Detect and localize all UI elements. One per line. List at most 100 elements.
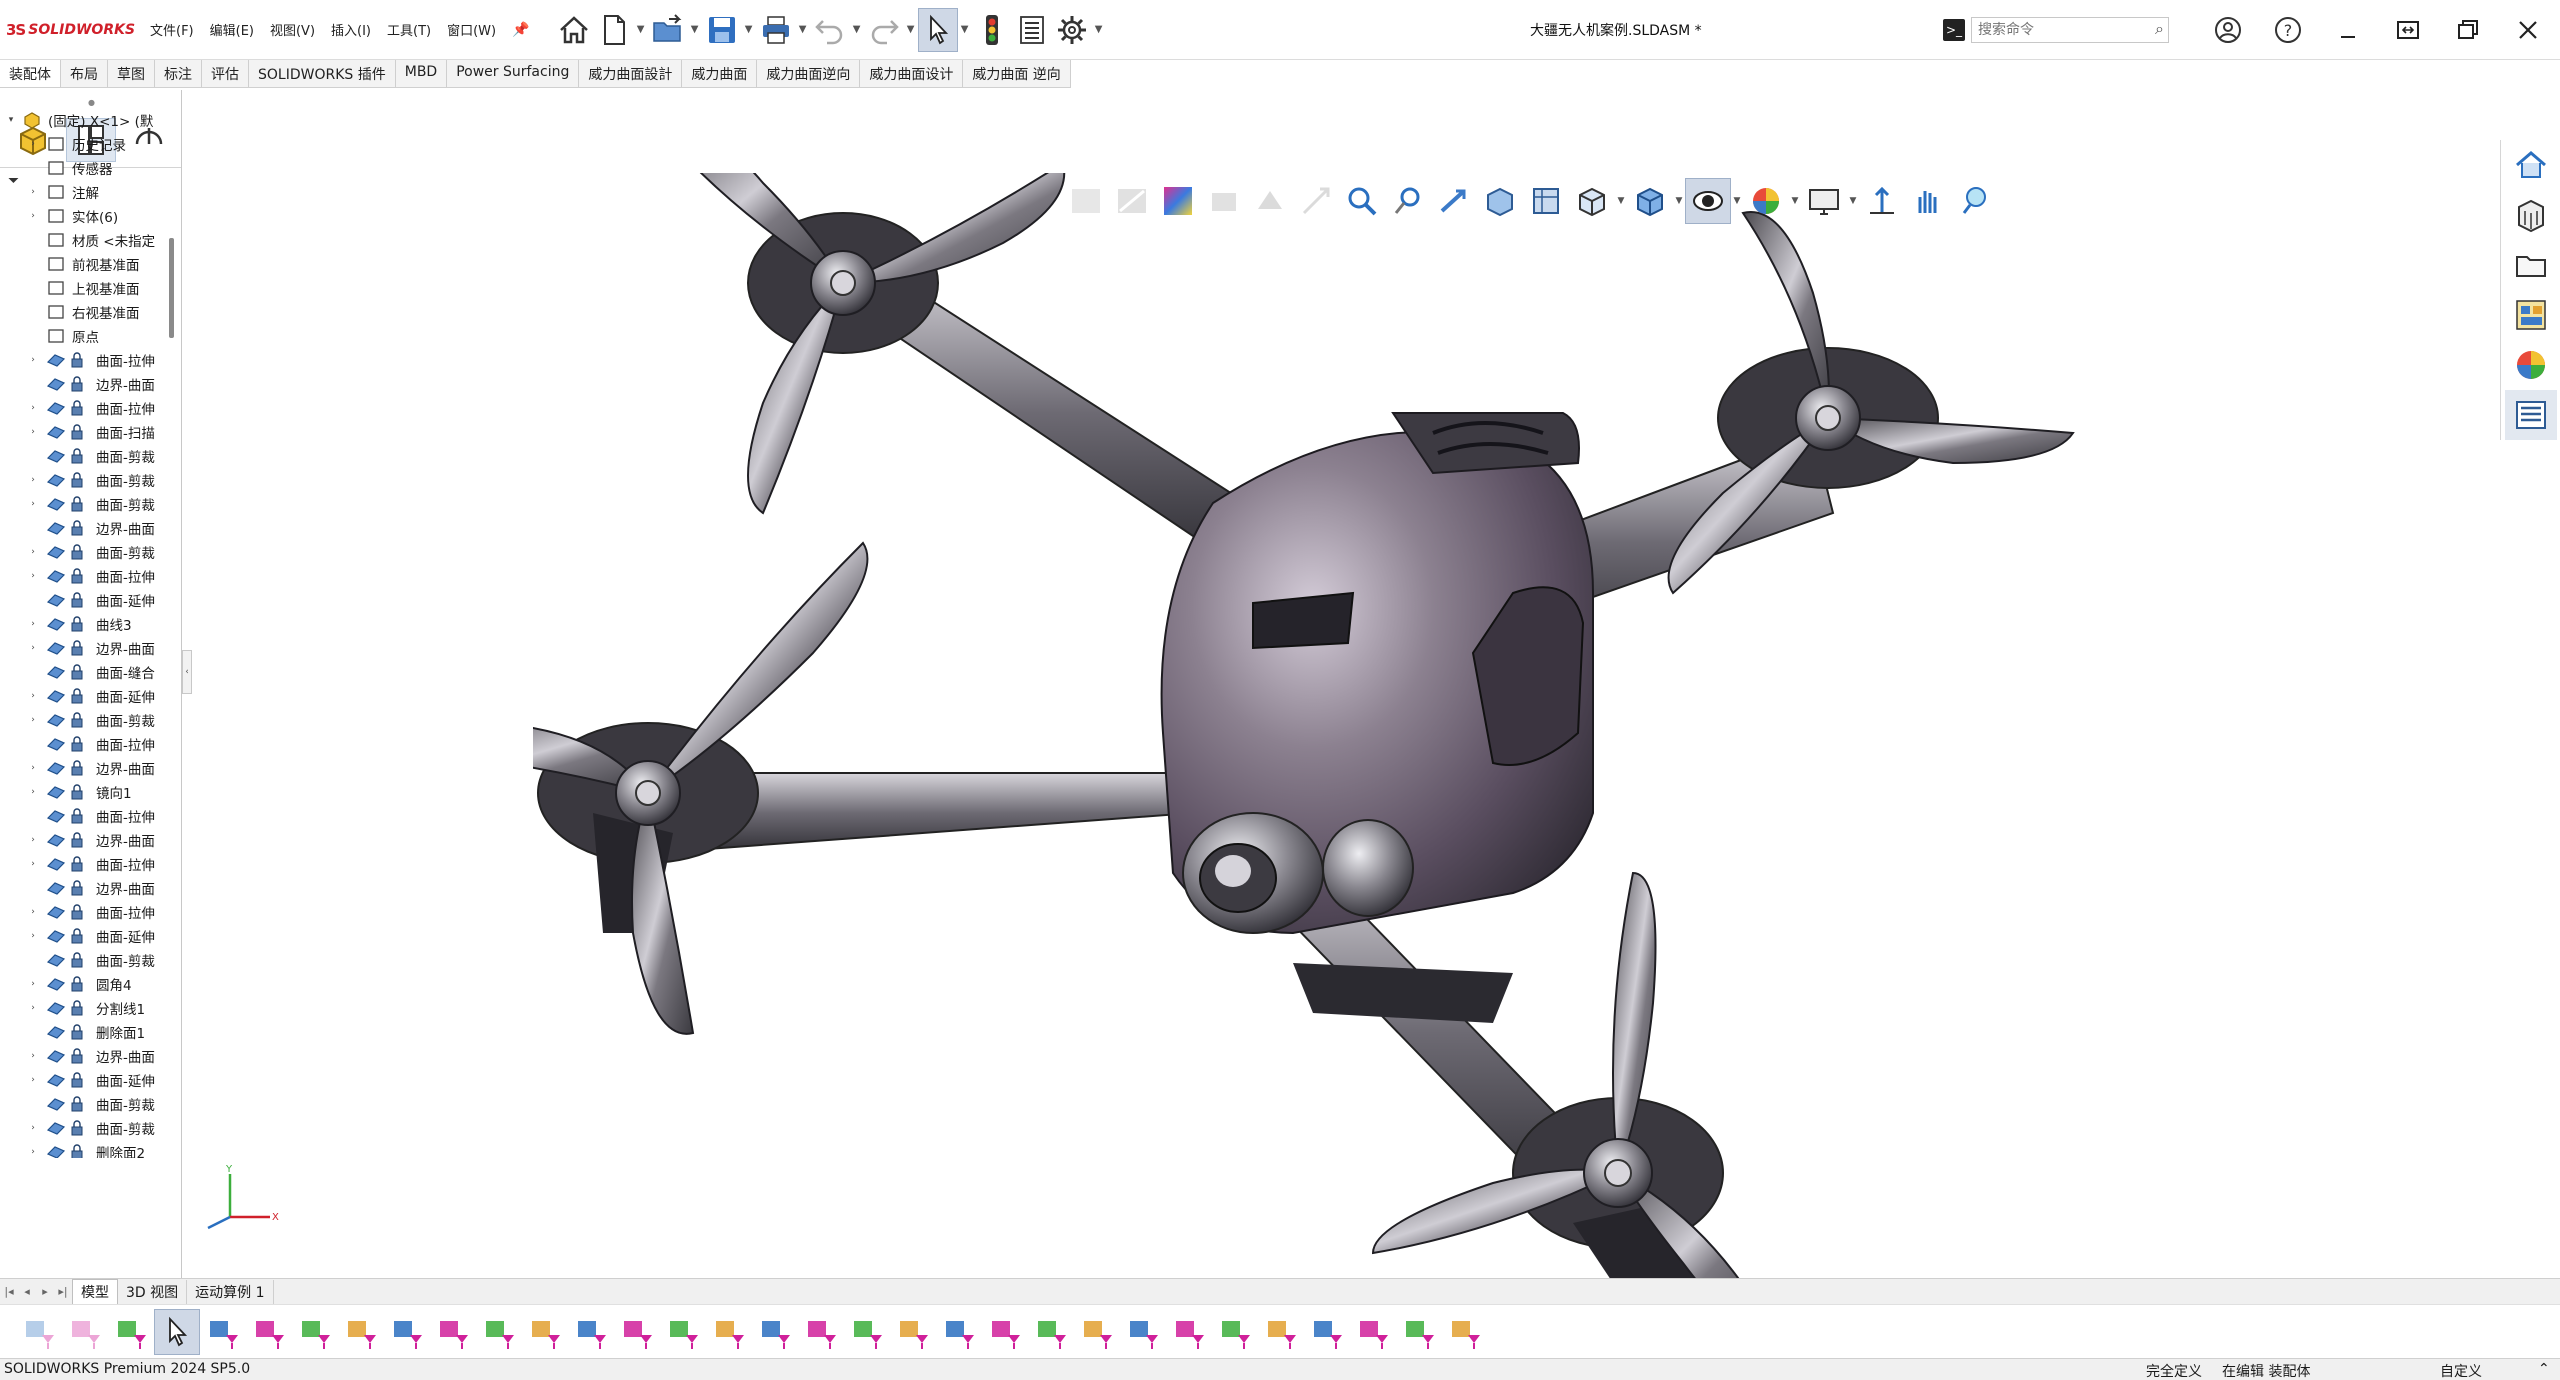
menu-edit[interactable]: 编辑(E) <box>210 20 254 39</box>
expand-arrow-icon[interactable]: › <box>28 931 38 941</box>
cosmetic-filter-button[interactable] <box>1442 1309 1488 1355</box>
open-button[interactable] <box>648 8 688 52</box>
tree-item[interactable]: › 曲面-剪裁 <box>0 468 168 492</box>
expand-arrow-icon[interactable]: › <box>28 763 38 773</box>
close-button[interactable] <box>2510 12 2546 48</box>
expand-arrow-icon[interactable]: › <box>28 859 38 869</box>
menu-file[interactable]: 文件(F) <box>150 20 194 39</box>
check-filter-button[interactable] <box>798 1309 844 1355</box>
point-filter-button[interactable] <box>200 1309 246 1355</box>
select-dropdown-arrow[interactable]: ▼ <box>958 8 972 52</box>
previous-view-arrow-button[interactable] <box>1431 178 1477 224</box>
tree-item[interactable]: › 曲面-拉伸 <box>0 396 168 420</box>
zoom-area-view-button[interactable] <box>1385 178 1431 224</box>
tab-mbd[interactable]: MBD <box>396 60 448 87</box>
panel-collapse-handle[interactable]: ‹ <box>182 650 192 694</box>
search-icon[interactable]: ⌕ <box>2155 19 2164 39</box>
last-tab-arrow[interactable]: ▸| <box>54 1285 72 1298</box>
view-settings-button[interactable] <box>1859 178 1905 224</box>
tree-item[interactable]: › 圆角4 <box>0 972 168 996</box>
tree-item[interactable]: 上视基准面 <box>0 276 168 300</box>
tab-power-surface-reverse-2[interactable]: 威力曲面 逆向 <box>963 60 1071 87</box>
apply-scene-button[interactable] <box>1801 178 1847 224</box>
search-input[interactable] <box>1971 17 2169 43</box>
tree-item[interactable]: › 注解 <box>0 180 168 204</box>
tab-layout[interactable]: 布局 <box>61 60 108 87</box>
appearances-button[interactable] <box>2505 340 2557 390</box>
tree-item[interactable]: 边界-曲面 <box>0 372 168 396</box>
expand-arrow-icon[interactable]: › <box>28 211 38 221</box>
filter-toggle-button[interactable] <box>16 1309 62 1355</box>
axis-filter-button[interactable] <box>476 1309 522 1355</box>
custom-properties-button[interactable] <box>2505 390 2557 440</box>
expand-arrow-icon[interactable]: › <box>28 907 38 917</box>
rotate-view-button[interactable] <box>1905 178 1951 224</box>
plane-filter-button[interactable] <box>246 1309 292 1355</box>
expand-arrow-icon[interactable]: › <box>28 643 38 653</box>
select-button[interactable] <box>917 7 958 52</box>
annotation-filter-button[interactable] <box>1166 1309 1212 1355</box>
expand-arrow-icon[interactable]: › <box>28 547 38 557</box>
selection-arrow-button[interactable] <box>154 1308 200 1355</box>
tree-item[interactable]: 原点 <box>0 324 168 348</box>
display-style-color-button[interactable] <box>1155 178 1201 224</box>
scene-dropdown-arrow[interactable]: ▼ <box>1847 196 1859 206</box>
tree-item[interactable]: › 曲面-延伸 <box>0 924 168 948</box>
tab-sketch[interactable]: 草图 <box>108 60 155 87</box>
expand-arrow-icon[interactable]: › <box>28 475 38 485</box>
tree-item[interactable]: › 曲面-扫描 <box>0 420 168 444</box>
tab-solidworks-addins[interactable]: SOLIDWORKS 插件 <box>249 60 396 87</box>
expand-arrow-icon[interactable]: › <box>28 1075 38 1085</box>
zoom-to-fit-button[interactable] <box>1063 178 1109 224</box>
tab-assembly[interactable]: 装配体 <box>0 60 61 87</box>
spline-filter-button[interactable] <box>982 1309 1028 1355</box>
redo-dropdown-arrow[interactable]: ▼ <box>904 8 918 52</box>
edit-appearance-button[interactable] <box>1743 178 1789 224</box>
zoom-area-button[interactable] <box>1109 178 1155 224</box>
expand-arrow-icon[interactable]: › <box>28 835 38 845</box>
tree-item[interactable]: 曲面-拉伸 <box>0 804 168 828</box>
design-library-button[interactable] <box>2505 190 2557 240</box>
help-button[interactable]: ? <box>2270 12 2306 48</box>
drone-model[interactable] <box>533 173 2433 1278</box>
solidworks-resources-button[interactable] <box>2505 140 2557 190</box>
graphics-area[interactable]: ▼ ▼ ▼ ▼ ▼ <box>183 88 2500 1278</box>
slot-filter-button[interactable] <box>752 1309 798 1355</box>
tab-power-surface[interactable]: 威力曲面 <box>682 60 758 87</box>
expand-arrow-icon[interactable]: › <box>28 1123 38 1133</box>
undo-button[interactable] <box>810 8 850 52</box>
expand-arrow-icon[interactable]: › <box>28 691 38 701</box>
tree-item[interactable]: › 曲面-拉伸 <box>0 852 168 876</box>
cube-filter-button[interactable] <box>292 1309 338 1355</box>
expand-arrow-icon[interactable]: › <box>28 355 38 365</box>
expand-arrow-icon[interactable]: › <box>28 187 38 197</box>
options-dropdown-arrow[interactable]: ▼ <box>1092 8 1106 52</box>
route-filter-button[interactable] <box>1304 1309 1350 1355</box>
display-style-button[interactable] <box>1627 178 1673 224</box>
hide-show-items-button[interactable] <box>1685 178 1731 224</box>
expand-arrow-icon[interactable]: › <box>28 139 38 149</box>
curve-filter-button[interactable] <box>568 1309 614 1355</box>
minimize-button[interactable] <box>2330 12 2366 48</box>
expand-arrow-icon[interactable]: › <box>28 427 38 437</box>
menu-window[interactable]: 窗口(W) <box>447 20 496 39</box>
tree-scroll-thumb[interactable] <box>169 238 174 338</box>
tab-markup[interactable]: 标注 <box>155 60 202 87</box>
view-orientation-dropdown-arrow[interactable]: ▼ <box>1615 196 1627 206</box>
tree-item[interactable]: 曲面-剪裁 <box>0 1092 168 1116</box>
tree-item[interactable]: › 删除面2 <box>0 1140 168 1158</box>
prev-tab-arrow[interactable]: ◂ <box>18 1285 36 1298</box>
tree-item[interactable]: › 边界-曲面 <box>0 828 168 852</box>
tree-item[interactable]: 曲面-剪裁 <box>0 948 168 972</box>
view-orientation-button[interactable] <box>1569 178 1615 224</box>
tree-item[interactable]: 曲面-缝合 <box>0 660 168 684</box>
section-view-cube-button[interactable] <box>1477 178 1523 224</box>
tree-item[interactable]: › 实体(6) <box>0 204 168 228</box>
tree-item[interactable]: 曲面-剪裁 <box>0 444 168 468</box>
expand-arrow-icon[interactable]: › <box>28 619 38 629</box>
open-dropdown-arrow[interactable]: ▼ <box>688 8 702 52</box>
next-tab-arrow[interactable]: ▸ <box>36 1285 54 1298</box>
ring-filter-button[interactable] <box>1074 1309 1120 1355</box>
redo-button[interactable] <box>864 8 904 52</box>
mate-filter-button[interactable] <box>1212 1309 1258 1355</box>
